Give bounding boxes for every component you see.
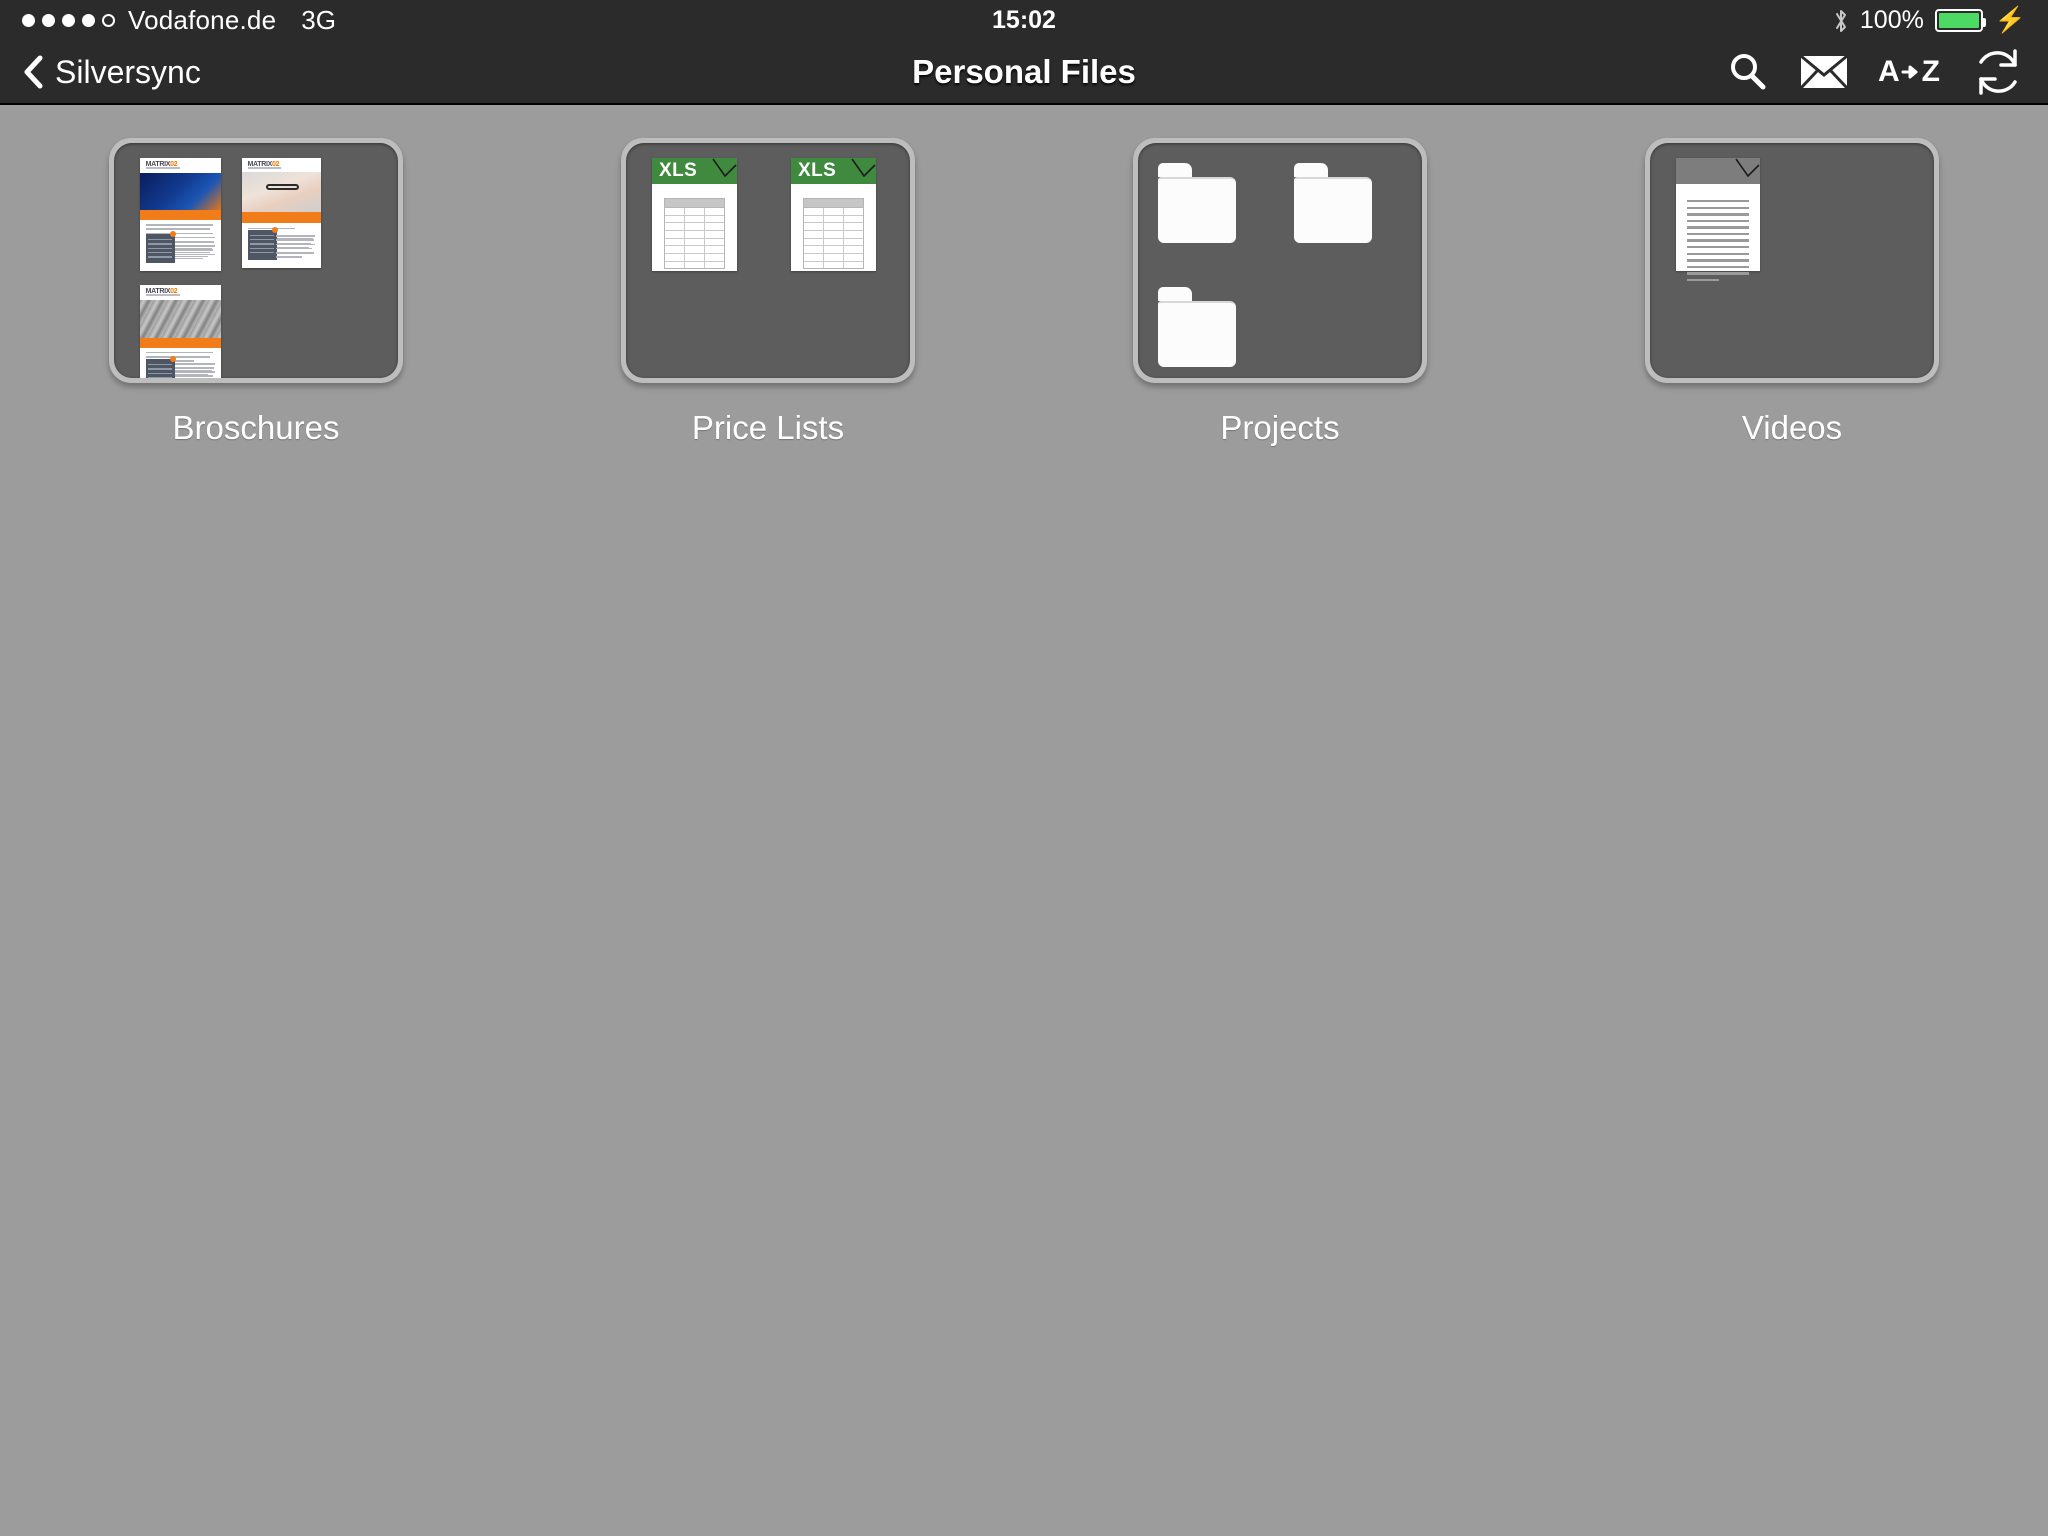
sync-button[interactable] <box>1970 45 2026 99</box>
status-bar: Vodafone.de 3G 15:02 100% ⚡ <box>0 0 2048 41</box>
folder-tile-price-lists[interactable]: XLS XLS <box>621 138 915 383</box>
chevron-left-icon <box>24 55 43 89</box>
sort-az-letter-z: Z <box>1921 55 1940 88</box>
folder-cell-projects: Projects <box>1024 138 1536 447</box>
navigation-actions: A Z <box>1726 45 2026 99</box>
back-button-label: Silversync <box>55 53 201 90</box>
clock-label: 15:02 <box>992 6 1056 34</box>
arrow-right-icon <box>1901 65 1918 79</box>
signal-dot <box>102 14 115 27</box>
folder-preview-price-lists: XLS XLS <box>626 143 910 378</box>
folder-tile-projects[interactable] <box>1133 138 1427 383</box>
status-bar-right: 100% ⚡ <box>1833 6 2026 35</box>
refresh-sync-icon <box>1979 49 2017 95</box>
xls-file-icon: XLS <box>791 158 876 271</box>
folder-tile-broschures[interactable]: MATRIX02 MATRIX02 MATRIX02 <box>109 138 403 383</box>
battery-icon <box>1934 9 1986 32</box>
folder-preview-broschures: MATRIX02 MATRIX02 MATRIX02 <box>114 143 398 378</box>
xls-file-icon: XLS <box>652 158 737 271</box>
back-button[interactable]: Silversync <box>22 54 201 91</box>
status-bar-left: Vodafone.de 3G <box>22 5 336 36</box>
folder-icon <box>1158 287 1236 367</box>
document-file-icon <box>1676 158 1760 282</box>
search-button[interactable] <box>1726 50 1770 94</box>
folder-preview-projects <box>1138 143 1422 378</box>
folder-icon <box>1294 163 1372 243</box>
carrier-label: Vodafone.de <box>128 5 277 35</box>
folded-corner-icon <box>712 158 737 178</box>
xls-label: XLS <box>659 160 698 181</box>
folder-label: Price Lists <box>691 409 845 446</box>
folder-icon <box>1158 163 1236 243</box>
folder-cell-price-lists: XLS XLS Price Lists <box>512 138 1024 447</box>
search-icon <box>1731 54 1766 90</box>
folder-grid: MATRIX02 MATRIX02 MATRIX02 Broschures XL… <box>0 105 2048 447</box>
folder-cell-videos: Videos <box>1536 138 2048 447</box>
signal-strength-icon <box>22 14 115 27</box>
navigation-bar: Silversync Personal Files A Z <box>0 41 2048 105</box>
document-thumbnail: MATRIX02 <box>140 285 221 378</box>
xls-label: XLS <box>798 160 837 181</box>
folded-corner-icon <box>1735 158 1760 178</box>
folder-label: Projects <box>1220 409 1340 446</box>
folder-cell-broschures: MATRIX02 MATRIX02 MATRIX02 Broschures <box>0 138 512 447</box>
bluetooth-icon <box>1835 9 1846 32</box>
folded-corner-icon <box>851 158 876 178</box>
document-thumbnail: MATRIX02 <box>140 158 221 271</box>
sort-az-icon: A Z <box>1878 55 1940 89</box>
mail-icon <box>1800 54 1848 90</box>
sort-az-button[interactable]: A Z <box>1878 55 1940 89</box>
network-type-label: 3G <box>301 5 336 35</box>
lightning-bolt-icon: ⚡ <box>1994 6 2026 34</box>
document-thumbnail: MATRIX02 <box>242 158 321 268</box>
signal-dot <box>62 14 75 27</box>
signal-dot <box>22 14 35 27</box>
folder-label: Videos <box>1741 409 1843 446</box>
folder-tile-videos[interactable] <box>1645 138 1939 383</box>
signal-dot <box>82 14 95 27</box>
folder-label: Broschures <box>172 409 340 446</box>
mail-button[interactable] <box>1800 54 1848 90</box>
battery-percent-label: 100% <box>1859 6 1924 34</box>
sort-az-letter-a: A <box>1878 55 1900 88</box>
folder-preview-videos <box>1650 143 1934 378</box>
signal-dot <box>42 14 55 27</box>
page-title-label: Personal Files <box>912 53 1136 90</box>
